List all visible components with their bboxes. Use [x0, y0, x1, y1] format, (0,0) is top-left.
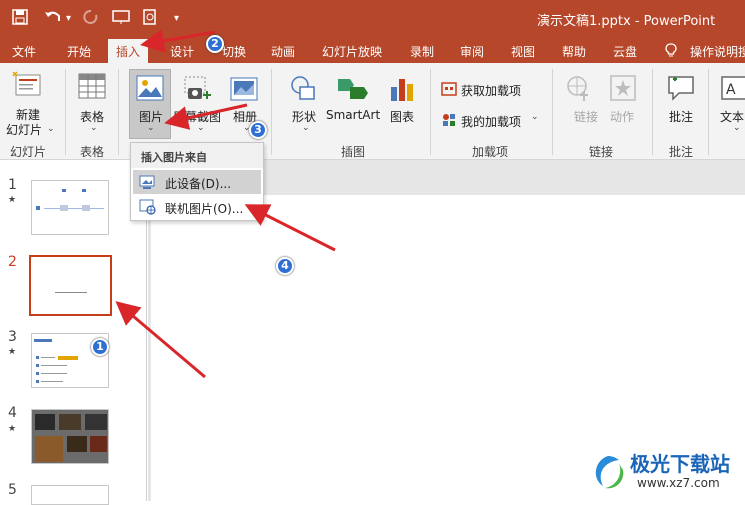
comment-icon[interactable]: [667, 75, 695, 105]
picture-icon[interactable]: [136, 75, 164, 105]
svg-text:A: A: [726, 82, 736, 98]
lightbulb-icon: [665, 43, 677, 60]
redo-icon: [83, 9, 99, 30]
slide-thumbnail-1[interactable]: [31, 180, 109, 235]
ribbon-separator: [430, 69, 431, 155]
chevron-down-icon[interactable]: ⌄: [147, 123, 155, 133]
menu-item-label: 联机图片(O)...: [165, 202, 244, 216]
watermark-logo-icon: [589, 452, 627, 496]
slide-number: 3: [8, 329, 17, 345]
step-badge-4: 4: [276, 257, 294, 275]
slide-thumbnail-4[interactable]: [31, 409, 109, 464]
menu-item-online-pictures[interactable]: 联机图片(O)...: [133, 195, 261, 219]
window-title: 演示文稿1.pptx - PowerPoint: [537, 14, 716, 29]
chevron-down-icon[interactable]: ⌄: [302, 123, 310, 133]
textbox-icon[interactable]: A: [720, 75, 745, 105]
undo-dropdown-icon[interactable]: ▾: [66, 9, 71, 29]
chart-icon[interactable]: [389, 75, 415, 107]
tab-cloud[interactable]: 云盘: [613, 43, 637, 60]
new-slide-icon[interactable]: [12, 71, 42, 103]
group-label-links: 链接: [589, 145, 614, 159]
step-badge-3: 3: [249, 121, 267, 139]
ribbon-separator: [118, 69, 119, 155]
slideshow-icon[interactable]: [112, 9, 130, 30]
tab-design[interactable]: 设计: [170, 43, 194, 60]
table-icon[interactable]: [78, 73, 106, 103]
step-badge-2: 2: [206, 35, 224, 53]
transition-star-icon: ★: [8, 195, 17, 205]
step-badge-1: 1: [91, 338, 109, 356]
menu-item-label: 此设备(D)...: [165, 177, 232, 191]
action-label: 动作: [610, 110, 635, 124]
tab-file[interactable]: 文件: [12, 43, 36, 60]
chevron-down-icon[interactable]: ⌄: [47, 124, 55, 134]
chevron-down-icon[interactable]: ⌄: [733, 123, 741, 133]
slide-thumbnail-5[interactable]: [31, 485, 109, 505]
tab-review[interactable]: 审阅: [460, 43, 484, 60]
watermark-brand: 极光下载站: [630, 452, 730, 476]
menu-header: 插入图片来自: [131, 143, 263, 168]
ribbon-separator: [652, 69, 653, 155]
ribbon-separator: [65, 69, 66, 155]
watermark: 极光下载站 www.xz7.com: [585, 446, 745, 501]
preview-icon[interactable]: [142, 9, 158, 30]
new-slide-label-2[interactable]: 幻灯片: [6, 121, 42, 138]
get-addins-button[interactable]: 获取加载项: [461, 82, 521, 99]
chart-label[interactable]: 图表: [390, 108, 414, 125]
tab-animations[interactable]: 动画: [271, 43, 295, 60]
ribbon: 新建 幻灯片 ⌄ 幻灯片 表格 ⌄ 表格 图片 ⌄ 屏幕截图 ⌄ 相册 ⌄ 形状…: [0, 63, 745, 160]
slide-number: 2: [8, 254, 17, 270]
my-addins-button[interactable]: 我的加载项: [461, 113, 521, 130]
link-icon: [566, 75, 594, 107]
device-icon: [139, 174, 157, 193]
action-icon: [610, 75, 636, 105]
tab-slideshow[interactable]: 幻灯片放映: [322, 43, 382, 60]
tab-insert[interactable]: 插入: [108, 39, 149, 64]
slide-thumbnail-2[interactable]: [29, 255, 112, 316]
slide-number: 5: [8, 482, 17, 498]
group-label-slides: 幻灯片: [10, 145, 47, 159]
tell-me-search[interactable]: 操作说明搜: [690, 43, 745, 60]
slide-number: 4: [8, 405, 17, 421]
ribbon-separator: [552, 69, 553, 155]
smartart-icon[interactable]: [336, 75, 370, 107]
online-picture-icon: [139, 199, 157, 218]
group-label-comments: 批注: [669, 145, 694, 159]
screenshot-icon[interactable]: [182, 75, 212, 107]
ribbon-separator: [708, 69, 709, 155]
group-label-addins: 加载项: [472, 145, 509, 159]
comment-label[interactable]: 批注: [669, 108, 693, 125]
chevron-down-icon[interactable]: ⌄: [531, 112, 539, 122]
store-icon[interactable]: [441, 80, 457, 100]
slide-thumbnail-panel: 1 ★ 2 3 ★ 4 ★ 5: [0, 160, 147, 505]
menu-item-this-device[interactable]: 此设备(D)...: [133, 170, 261, 194]
tab-home[interactable]: 开始: [67, 43, 91, 60]
my-addins-icon[interactable]: [441, 112, 457, 132]
tab-record[interactable]: 录制: [410, 43, 434, 60]
customize-qa-icon[interactable]: ▾: [174, 9, 179, 29]
photo-album-icon[interactable]: [230, 75, 260, 107]
save-icon[interactable]: [12, 9, 28, 30]
title-bar: ▾ ▾ 演示文稿1.pptx - PowerPoint: [0, 0, 745, 39]
transition-star-icon: ★: [8, 347, 17, 357]
undo-icon[interactable]: [44, 9, 62, 30]
ribbon-separator: [271, 69, 272, 155]
transition-star-icon: ★: [8, 424, 17, 434]
watermark-url: www.xz7.com: [637, 476, 720, 490]
chevron-down-icon[interactable]: ⌄: [90, 123, 98, 133]
ribbon-tabs: 文件 开始 插入 设计 切换 动画 幻灯片放映 录制 审阅 视图 帮助 云盘 操…: [0, 39, 745, 64]
group-label-tables: 表格: [80, 145, 105, 159]
chevron-down-icon[interactable]: ⌄: [197, 123, 205, 133]
slide-number: 1: [8, 177, 17, 193]
link-label: 链接: [574, 110, 599, 124]
shapes-icon[interactable]: [288, 75, 318, 107]
tab-help[interactable]: 帮助: [562, 43, 586, 60]
insert-picture-menu: 插入图片来自 此设备(D)... 联机图片(O)...: [130, 142, 264, 221]
tab-transitions[interactable]: 切换: [222, 43, 246, 60]
group-label-images: 插图: [341, 145, 366, 159]
tab-view[interactable]: 视图: [511, 43, 535, 60]
smartart-label[interactable]: SmartArt: [326, 108, 380, 122]
